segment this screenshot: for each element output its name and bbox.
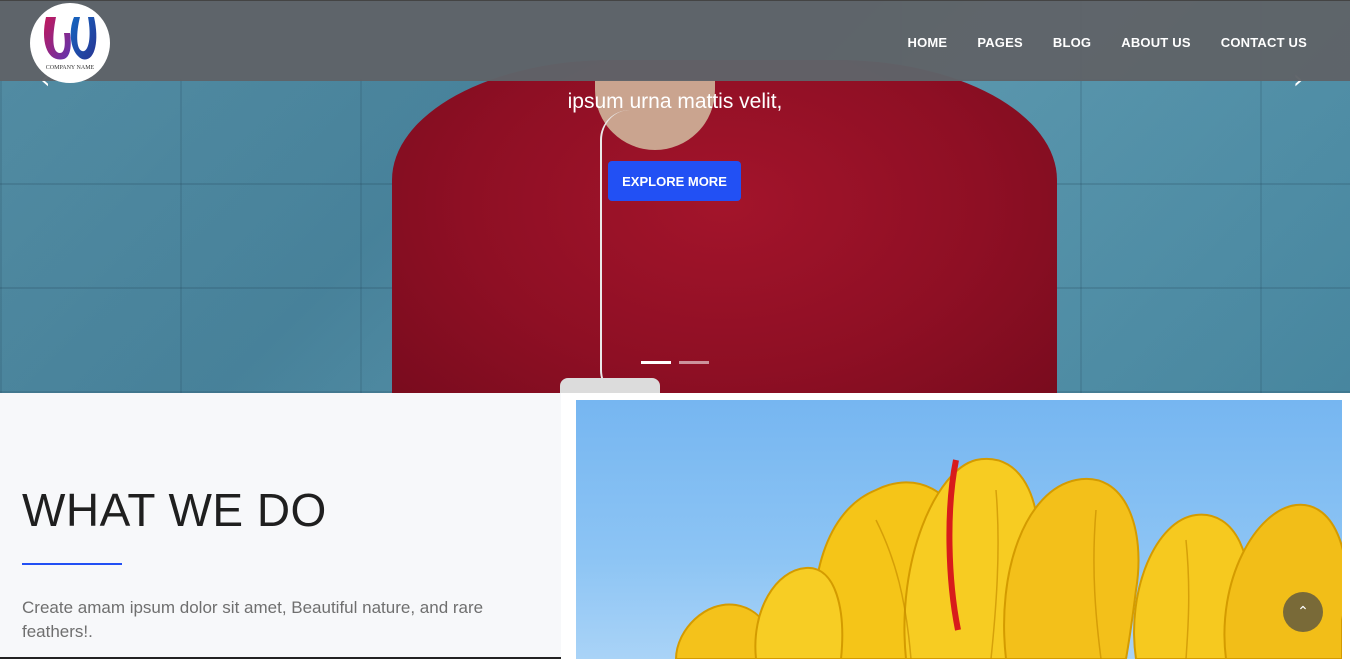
slider-dot[interactable]: [679, 361, 709, 364]
what-we-do-section: WHAT WE DO Create amam ipsum dolor sit a…: [0, 393, 561, 659]
tulips-image: [576, 400, 1342, 659]
phone-image: [560, 378, 660, 393]
tulips-illustration: [674, 457, 1342, 659]
main-nav: HOME PAGES BLOG ABOUT US CONTACT US: [908, 35, 1308, 50]
hero-tagline: ipsum urna mattis velit,: [567, 90, 783, 113]
company-logo[interactable]: COMPANY NAME: [30, 3, 110, 83]
nav-about-us[interactable]: ABOUT US: [1121, 35, 1191, 50]
logo-mark-icon: [44, 17, 97, 60]
nav-home[interactable]: HOME: [908, 35, 948, 50]
nav-contact-us[interactable]: CONTACT US: [1221, 35, 1307, 50]
explore-more-button[interactable]: EXPLORE MORE: [608, 161, 741, 201]
earphone-cable: [600, 110, 670, 393]
section-title: WHAT WE DO: [22, 484, 327, 536]
chevron-up-icon[interactable]: ⌃: [1283, 592, 1323, 632]
title-underline: [22, 563, 122, 565]
logo-text: COMPANY NAME: [45, 65, 95, 71]
nav-pages[interactable]: PAGES: [977, 35, 1023, 50]
nav-blog[interactable]: BLOG: [1053, 35, 1091, 50]
section-description: Create amam ipsum dolor sit amet, Beauti…: [22, 598, 484, 641]
slider-dot-active[interactable]: [641, 361, 671, 364]
navbar: COMPANY NAME HOME PAGES BLOG ABOUT US CO…: [0, 0, 1350, 83]
